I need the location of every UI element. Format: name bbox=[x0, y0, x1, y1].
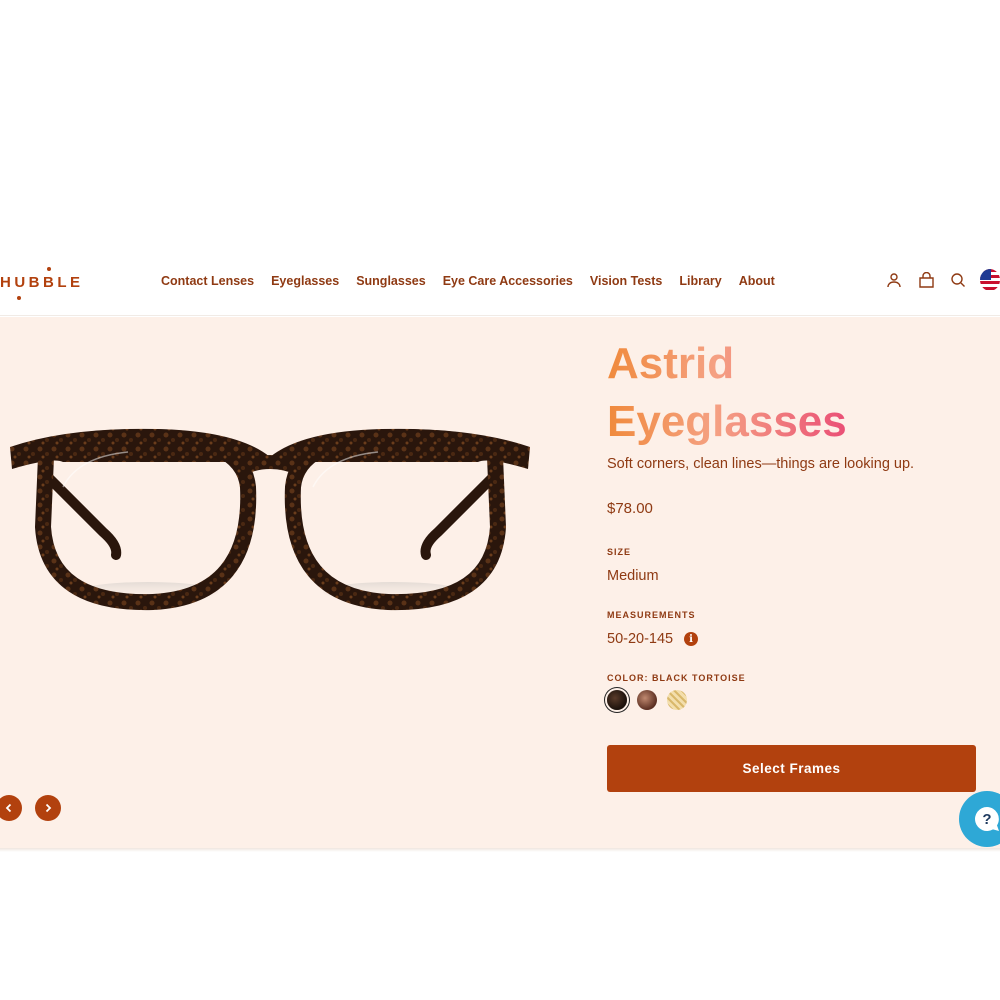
product-title-line-2: Eyeglasses bbox=[607, 397, 847, 446]
color-swatches bbox=[607, 690, 687, 710]
site-header: HUBBLE Contact Lenses Eyeglasses Sunglas… bbox=[0, 248, 1000, 316]
product-tagline: Soft corners, clean lines—things are loo… bbox=[607, 456, 915, 472]
measurements-label: MEASUREMENTS bbox=[607, 610, 696, 620]
nav-eye-care-accessories[interactable]: Eye Care Accessories bbox=[443, 274, 573, 288]
main-nav: Contact Lenses Eyeglasses Sunglasses Eye… bbox=[161, 274, 775, 288]
logo-dot bbox=[47, 267, 51, 271]
info-icon[interactable]: i bbox=[684, 632, 698, 646]
search-icon[interactable] bbox=[948, 270, 968, 290]
product-hero: Astrid Eyeglasses Soft corners, clean li… bbox=[0, 317, 1000, 848]
nav-library[interactable]: Library bbox=[679, 274, 721, 288]
cart-icon[interactable] bbox=[916, 270, 936, 290]
carousel-next-button[interactable] bbox=[35, 795, 61, 821]
chevron-right-icon bbox=[45, 803, 52, 813]
swatch-black-tortoise[interactable] bbox=[607, 690, 627, 710]
hubble-logo[interactable]: HUBBLE bbox=[0, 274, 84, 291]
nav-sunglasses[interactable]: Sunglasses bbox=[356, 274, 425, 288]
size-label: SIZE bbox=[607, 547, 632, 557]
swatch-gold[interactable] bbox=[667, 690, 687, 710]
size-value: Medium bbox=[607, 568, 659, 584]
product-price: $78.00 bbox=[607, 500, 653, 517]
us-flag-icon[interactable] bbox=[980, 269, 1000, 291]
product-title: Astrid Eyeglasses bbox=[607, 335, 847, 451]
hero-divider bbox=[0, 848, 1000, 852]
account-icon[interactable] bbox=[884, 270, 904, 290]
nav-vision-tests[interactable]: Vision Tests bbox=[590, 274, 662, 288]
nav-contact-lenses[interactable]: Contact Lenses bbox=[161, 274, 254, 288]
select-frames-button[interactable]: Select Frames bbox=[607, 745, 976, 792]
logo-dot bbox=[17, 296, 21, 300]
measurements-value: 50-20-145 bbox=[607, 631, 674, 647]
nav-about[interactable]: About bbox=[739, 274, 775, 288]
chevron-left-icon bbox=[5, 803, 12, 813]
help-bubble-icon: ? bbox=[975, 807, 999, 831]
product-title-line-1: Astrid bbox=[607, 339, 735, 388]
nav-eyeglasses[interactable]: Eyeglasses bbox=[271, 274, 339, 288]
carousel-prev-button[interactable] bbox=[0, 795, 22, 821]
svg-text:?: ? bbox=[982, 811, 991, 828]
color-label: COLOR: BLACK TORTOISE bbox=[607, 673, 746, 683]
product-image bbox=[8, 417, 533, 617]
header-icons bbox=[884, 269, 1000, 291]
swatch-tortoise[interactable] bbox=[637, 690, 657, 710]
